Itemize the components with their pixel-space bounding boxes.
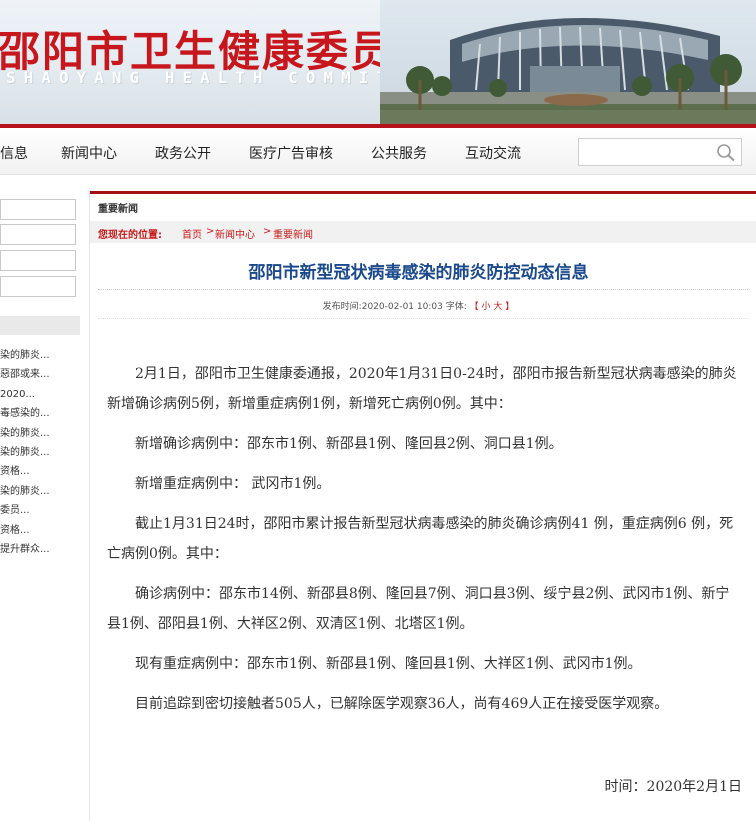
sidebar-news-list: 染的肺炎... 惡邵或来... 2020... 毒感染的... 染的肺炎... … xyxy=(0,346,80,559)
sidebar-link[interactable]: 毒感染的... xyxy=(0,404,80,423)
sidebar-link[interactable]: 提升群众... xyxy=(0,540,80,559)
site-banner: 邵阳市卫生健康委员会 SHAOYANG HEALTH COMMITTEE xyxy=(0,0,756,128)
sidebar-link[interactable]: 资格... xyxy=(0,462,80,481)
sidebar-link[interactable]: 染的肺炎... xyxy=(0,443,80,462)
nav-item-interaction[interactable]: 互动交流 xyxy=(465,143,521,163)
breadcrumb: 您现在的位置: 首页 > 新闻中心 > 重要新闻 xyxy=(90,221,756,243)
stadium-illustration xyxy=(380,0,756,128)
article-paragraph: 新增确诊病例中：邵东市1例、新邵县1例、隆回县2例、洞口县1例。 xyxy=(135,436,563,452)
breadcrumb-separator: > xyxy=(206,226,215,237)
sidebar-link[interactable]: 染的肺炎... xyxy=(0,346,80,365)
share-bar xyxy=(96,815,152,821)
sidebar-link[interactable]: 2020... xyxy=(0,385,80,404)
article-panel: 重要新闻 您现在的位置: 首页 > 新闻中心 > 重要新闻 邵阳市新型冠状病毒感… xyxy=(89,191,756,821)
article-title: 邵阳市新型冠状病毒感染的肺炎防控动态信息 xyxy=(248,263,589,283)
sidebar-field-3[interactable] xyxy=(0,250,76,271)
font-bracket-close: 】 xyxy=(505,302,515,312)
sidebar-link[interactable]: 染的肺炎... xyxy=(0,424,80,443)
article-paragraph: 目前追踪到密切接触者505人，已解除医学观察36人，尚有469人正在接受医学观察… xyxy=(135,696,669,712)
article-paragraph: 现有重症病例中：邵东市1例、新邵县1例、隆回县1例、大祥区1例、武冈市1例。 xyxy=(135,656,642,672)
search-box xyxy=(578,138,742,166)
breadcrumb-news-center[interactable]: 新闻中心 xyxy=(215,226,255,241)
nav-item-ad-review[interactable]: 医疗广告审核 xyxy=(249,143,333,163)
search-icon[interactable] xyxy=(713,141,739,163)
sidebar-field-2[interactable] xyxy=(0,224,76,245)
sidebar-link[interactable]: 染的肺炎... xyxy=(0,482,80,501)
font-bracket-open: 【 xyxy=(469,302,479,312)
published-time: 2020-02-01 10:03 xyxy=(361,302,443,312)
sidebar-link[interactable]: 惡邵或来... xyxy=(0,365,80,384)
published-label: 发布时间: xyxy=(322,302,362,312)
font-small-button[interactable]: 小 xyxy=(482,302,491,312)
nav-item-info[interactable]: 信息 xyxy=(0,143,28,163)
panel-top-border xyxy=(90,191,756,194)
section-title: 重要新闻 xyxy=(98,204,138,215)
sidebar-field-4[interactable] xyxy=(0,276,76,297)
article-paragraph: 新增重症病例中： 武冈市1例。 xyxy=(135,476,331,492)
breadcrumb-label: 您现在的位置: xyxy=(98,230,162,241)
article-meta: 发布时间:2020-02-01 10:03 字体: 【 小 大 】 xyxy=(90,299,747,312)
breadcrumb-separator: > xyxy=(263,226,272,237)
nav-item-government-affairs[interactable]: 政务公开 xyxy=(155,143,211,163)
breadcrumb-important-news[interactable]: 重要新闻 xyxy=(273,226,313,241)
sidebar-link[interactable]: 资格... xyxy=(0,521,80,540)
font-large-button[interactable]: 大 xyxy=(493,302,502,312)
nav-item-news-center[interactable]: 新闻中心 xyxy=(61,143,117,163)
breadcrumb-home[interactable]: 首页 xyxy=(182,226,202,241)
sidebar-field-1[interactable] xyxy=(0,199,76,220)
article-date: 时间：2020年2月1日 xyxy=(604,779,742,795)
sidebar-list-header xyxy=(0,316,80,335)
search-input[interactable] xyxy=(579,139,709,165)
article-paragraph: 截止1月31日24时，邵阳市累计报告新型冠状病毒感染的肺炎确诊病例41 例，重症… xyxy=(107,516,734,562)
meta-divider xyxy=(98,318,748,319)
article-paragraph: 2月1日，邵阳市卫生健康委通报，2020年1月31日0-24时，邵阳市报告新型冠… xyxy=(107,366,737,412)
font-size-label: 字体: xyxy=(445,302,467,312)
nav-item-public-service[interactable]: 公共服务 xyxy=(371,143,427,163)
article-paragraph: 确诊病例中：邵东市14例、新邵县8例、隆回县7例、洞口县3例、绥宁县2例、武冈市… xyxy=(107,586,730,632)
article-body: 2月1日，邵阳市卫生健康委通报，2020年1月31日0-24时，邵阳市报告新型冠… xyxy=(107,359,739,729)
sidebar-link[interactable]: 委员... xyxy=(0,501,80,520)
title-divider xyxy=(98,289,748,290)
